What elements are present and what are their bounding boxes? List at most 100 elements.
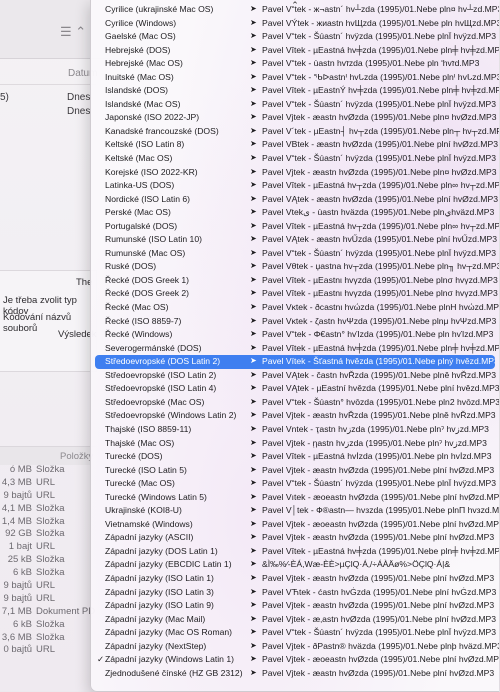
encoding-menu-item[interactable]: Středoevropské (Windows Latin 2) ➤ Pavel V…	[91, 409, 499, 423]
filename-preview: Pavel VЋtek - ćastn hvĠzda (1995)/01.Neb…	[262, 586, 497, 597]
file-list-row[interactable]: 3,6 MB Složka	[0, 632, 96, 645]
arrow-icon: ➤	[250, 4, 257, 13]
encoding-menu-item[interactable]: Středoevropské (Mac OS) ➤ Pavel V“tek - Šú…	[91, 396, 499, 410]
encoding-menu-item[interactable]: Západní jazyky (ISO Latin 1) ➤ Pavel Vjtek…	[91, 572, 499, 586]
file-list-row[interactable]: 6 kB Složka	[0, 567, 96, 580]
encoding-menu-item[interactable]: Hebrejské (Mac OS) ➤ Pavel V“tek - ùastn h…	[91, 57, 499, 71]
encoding-menu-item[interactable]: Západní jazyky (ISO Latin 3) ➤ Pavel VЋtek…	[91, 586, 499, 600]
encoding-menu-item[interactable]: Kanadské francouzské (DOS) ➤ Pavel V´tek -…	[91, 125, 499, 139]
file-list-row[interactable]: 0 bajtů URL	[0, 644, 96, 657]
encoding-menu-item[interactable]: Japonské (ISO 2022-JP) ➤ Pavel Vjtek - æas…	[91, 111, 499, 125]
file-list: ó MB Složka 4,3 MB URL 9 bajtů URL 4,1 MB Složk…	[0, 464, 96, 657]
file-list-row[interactable]: ó MB Složka	[0, 464, 96, 477]
file-kind: URL	[36, 580, 56, 592]
encoding-menu-item[interactable]: Ukrajinské (KOI8-U) ➤ Pavel V│tek - Ф®astn…	[91, 504, 499, 518]
encoding-name: Západní jazyky (ASCII)	[105, 532, 194, 543]
file-list-row[interactable]: 4,1 MB Složka	[0, 503, 96, 516]
encoding-menu-item[interactable]: Západní jazyky (Mac OS Roman) ➤ Pavel V“te…	[91, 626, 499, 640]
filename-preview: Pavel Vntek - ҭastn hvزzda (1995)/01.Neb…	[262, 423, 489, 434]
encoding-menu-item[interactable]: Hebrejské (DOS) ➤ Pavel Vîtek - µEastná hv…	[91, 44, 499, 58]
encoding-menu-item[interactable]: Ruské (DOS) ➤ Pavel Vθtek - џastna hv┬zda …	[91, 260, 499, 274]
encoding-menu-item[interactable]: Islandské (DOS) ➤ Pavel Vîtek - µEastnÝ hv…	[91, 84, 499, 98]
arrow-icon: ➤	[250, 17, 257, 27]
file-kind: URL	[36, 644, 56, 656]
encoding-menu-item[interactable]: Západní jazyky (EBCDIC Latin 1) ➤ &Ì‰%⁄-ÈÁ…	[91, 558, 499, 572]
file-list-row[interactable]: 4,3 MB URL	[0, 477, 96, 490]
arrow-icon: ➤	[250, 247, 257, 257]
filename-preview: Pavel VĄtek - æastn hvØzda (1995)/01.Neb…	[262, 193, 498, 204]
encoding-menu-item[interactable]: Thajské (ISO 8859-11) ➤ Pavel Vntek - ҭast…	[91, 423, 499, 437]
arrow-icon: ➤	[250, 44, 257, 54]
file-kind: Složka	[36, 464, 65, 475]
encoding-menu-item[interactable]: Řecké (DOS Greek 1) ➤ Pavel Vîtek - µEastn…	[91, 274, 499, 288]
file-list-row[interactable]: 92 GB Složka	[0, 528, 96, 541]
encoding-menu[interactable]: ⌃ Cyrilice (ukrajinské Mac OS) ➤ Pavel V“t…	[90, 0, 499, 692]
encoding-menu-item[interactable]: Západní jazyky (Mac Mail) ➤ Pavel Vjtek - …	[91, 613, 499, 627]
encoding-menu-item[interactable]: Thajské (Mac OS) ➤ Pavel Vjtek - ῃastn hvز…	[91, 437, 499, 451]
file-kind: URL	[36, 592, 56, 604]
encoding-menu-item[interactable]: Perské (Mac OS) ➤ Pavel Vtekی - ùastn hväz…	[91, 206, 499, 220]
filename-preview: Pavel Vîtek - µEastnÝ hv╪zda (1995)/01.N…	[262, 85, 499, 96]
encoding-menu-item[interactable]: Západní jazyky (ISO Latin 9) ➤ Pavel Vjtek…	[91, 599, 499, 613]
encoding-menu-item[interactable]: Zjednodušené čínské (HZ GB 2312) ➤ Pavel V…	[91, 667, 499, 681]
encoding-menu-item[interactable]: Řecké (ISO 8859-7) ➤ Pavel Vκtek - ζastn h…	[91, 315, 499, 329]
encoding-name: Turecké (Mac OS)	[105, 478, 175, 489]
list-view-icon[interactable]: ☰ ⌃	[60, 24, 86, 40]
filename-preview: Pavel Vκtek - ðcastnι hvώzda (1995)/01.N…	[262, 302, 499, 313]
file-list-row[interactable]: 6 kB Složka	[0, 619, 96, 632]
encoding-menu-item[interactable]: Řecké (Windows) ➤ Pavel V“tek - Φ€astn° hv…	[91, 328, 499, 342]
encoding-menu-item[interactable]: Cyrilice (Windows) ➤ Pavel VÝtek - жиastn …	[91, 17, 499, 31]
arrow-icon: ➤	[250, 261, 257, 271]
encoding-name: Turecké (Windows Latin 5)	[105, 491, 207, 502]
encoding-menu-item[interactable]: Severogermánské (DOS) ➤ Pavel Vîtek - µEas…	[91, 342, 499, 356]
encoding-menu-item[interactable]: Nordické (ISO Latin 6) ➤ Pavel VĄtek - æas…	[91, 193, 499, 207]
encoding-menu-item[interactable]: Portugalské (DOS) ➤ Pavel Vîtek - µEastná …	[91, 220, 499, 234]
encoding-menu-item[interactable]: Rumunské (Mac OS) ➤ Pavel V“tek - Šúastn´ …	[91, 247, 499, 261]
encoding-menu-item[interactable]: Islandské (Mac OS) ➤ Pavel V“tek - Šúastn´…	[91, 98, 499, 112]
encoding-menu-item[interactable]: Turecké (Windows Latin 5) ➤ Pavel Vıtek - …	[91, 491, 499, 505]
file-list-row[interactable]: 9 bajtů URL	[0, 490, 96, 503]
file-list-row[interactable]: 9 bajtů URL	[0, 593, 96, 606]
encoding-menu-item[interactable]: Středoevropské (DOS Latin 2) ➤ Pavel Vítek…	[95, 355, 495, 369]
encoding-name: Ruské (DOS)	[105, 261, 157, 272]
encoding-menu-item[interactable]: Rumunské (ISO Latin 10) ➤ Pavel VĄtek - æa…	[91, 233, 499, 247]
arrow-icon: ➤	[250, 166, 257, 176]
encoding-menu-item[interactable]: Keltské (ISO Latin 8) ➤ Pavel VBtek - æast…	[91, 138, 499, 152]
encoding-menu-item[interactable]: Západní jazyky (ASCII) ➤ Pavel Vjtek - æas…	[91, 531, 499, 545]
filename-preview: Pavel V“tek - ж¬astn´ hv┴zda (1995)/01.N…	[262, 4, 499, 14]
encoding-menu-item[interactable]: Středoevropské (ISO Latin 2) ➤ Pavel VĄtek…	[91, 369, 499, 383]
encoding-menu-item[interactable]: Latinka-US (DOS) ➤ Pavel Vîtek - µEastná h…	[91, 179, 499, 193]
file-list-row[interactable]: 9 bajtů URL	[0, 580, 96, 593]
file-size: 92 GB	[5, 528, 32, 540]
encoding-menu-item[interactable]: Turecké (ISO Latin 5) ➤ Pavel Vjtek - æast…	[91, 464, 499, 478]
column-header-bar: Datum	[0, 64, 97, 85]
encoding-menu-item[interactable]: ✓ Západní jazyky (Windows Latin 1) ➤ Pavel …	[91, 653, 499, 667]
encoding-name: Keltské (Mac OS)	[105, 153, 173, 164]
file-row[interactable]: 5) Dnes	[0, 92, 96, 105]
file-list-row[interactable]: 1 bajt URL	[0, 541, 96, 554]
arrow-icon: ➤	[250, 627, 257, 637]
encoding-menu-item[interactable]: Turecké (DOS) ➤ Pavel Vîtek - µEastná hvİz…	[91, 450, 499, 464]
file-list-row[interactable]: 25 kB Složka	[0, 554, 96, 567]
filename-preview: Pavel VÝtek - жиastn hvЩzda (1995)/01.Ne…	[262, 17, 499, 28]
encoding-menu-item[interactable]: Gaelské (Mac OS) ➤ Pavel V“tek - Šúastn´ h…	[91, 30, 499, 44]
file-list-row[interactable]: 7,1 MB Dokument PD	[0, 606, 96, 619]
file-name: 5)	[0, 92, 9, 103]
encoding-menu-item[interactable]: Řecké (DOS Greek 2) ➤ Pavel Vîtek - µEastn…	[91, 287, 499, 301]
encoding-menu-item[interactable]: Keltské (Mac OS) ➤ Pavel V“tek - Šúastn´ h…	[91, 152, 499, 166]
encoding-menu-item[interactable]: Středoevropské (ISO Latin 4) ➤ Pavel VĄtek…	[91, 382, 499, 396]
arrow-icon: ➤	[250, 315, 257, 325]
encoding-menu-item[interactable]: Vietnamské (Windows) ➤ Pavel Vjtek - æoeas…	[91, 518, 499, 532]
arrow-icon: ➤	[250, 410, 257, 420]
file-row[interactable]: Dnes	[0, 106, 96, 119]
encoding-menu-item[interactable]: Inuitské (Mac OS) ➤ Pavel V“tek - ᖃᐅastnᑊ …	[91, 71, 499, 85]
encoding-menu-item[interactable]: Západní jazyky (DOS Latin 1) ➤ Pavel Vîtek…	[91, 545, 499, 559]
file-list-row[interactable]: 1,4 MB Složka	[0, 516, 96, 529]
encoding-name: Západní jazyky (ISO Latin 3)	[105, 586, 214, 597]
encoding-menu-item[interactable]: Korejské (ISO 2022-KR) ➤ Pavel Vjtek - æas…	[91, 166, 499, 180]
encoding-name: Západní jazyky (DOS Latin 1)	[105, 545, 218, 556]
encoding-menu-item[interactable]: Řecké (Mac OS) ➤ Pavel Vκtek - ðcastnι hvώ…	[91, 301, 499, 315]
encoding-menu-item[interactable]: Turecké (Mac OS) ➤ Pavel V“tek - Šúastn´ h…	[91, 477, 499, 491]
encoding-menu-item[interactable]: Západní jazyky (NextStep) ➤ Pavel Vjtek - …	[91, 640, 499, 654]
encoding-menu-item[interactable]: Cyrilice (ukrajinské Mac OS) ➤ Pavel V“tek…	[91, 3, 499, 17]
